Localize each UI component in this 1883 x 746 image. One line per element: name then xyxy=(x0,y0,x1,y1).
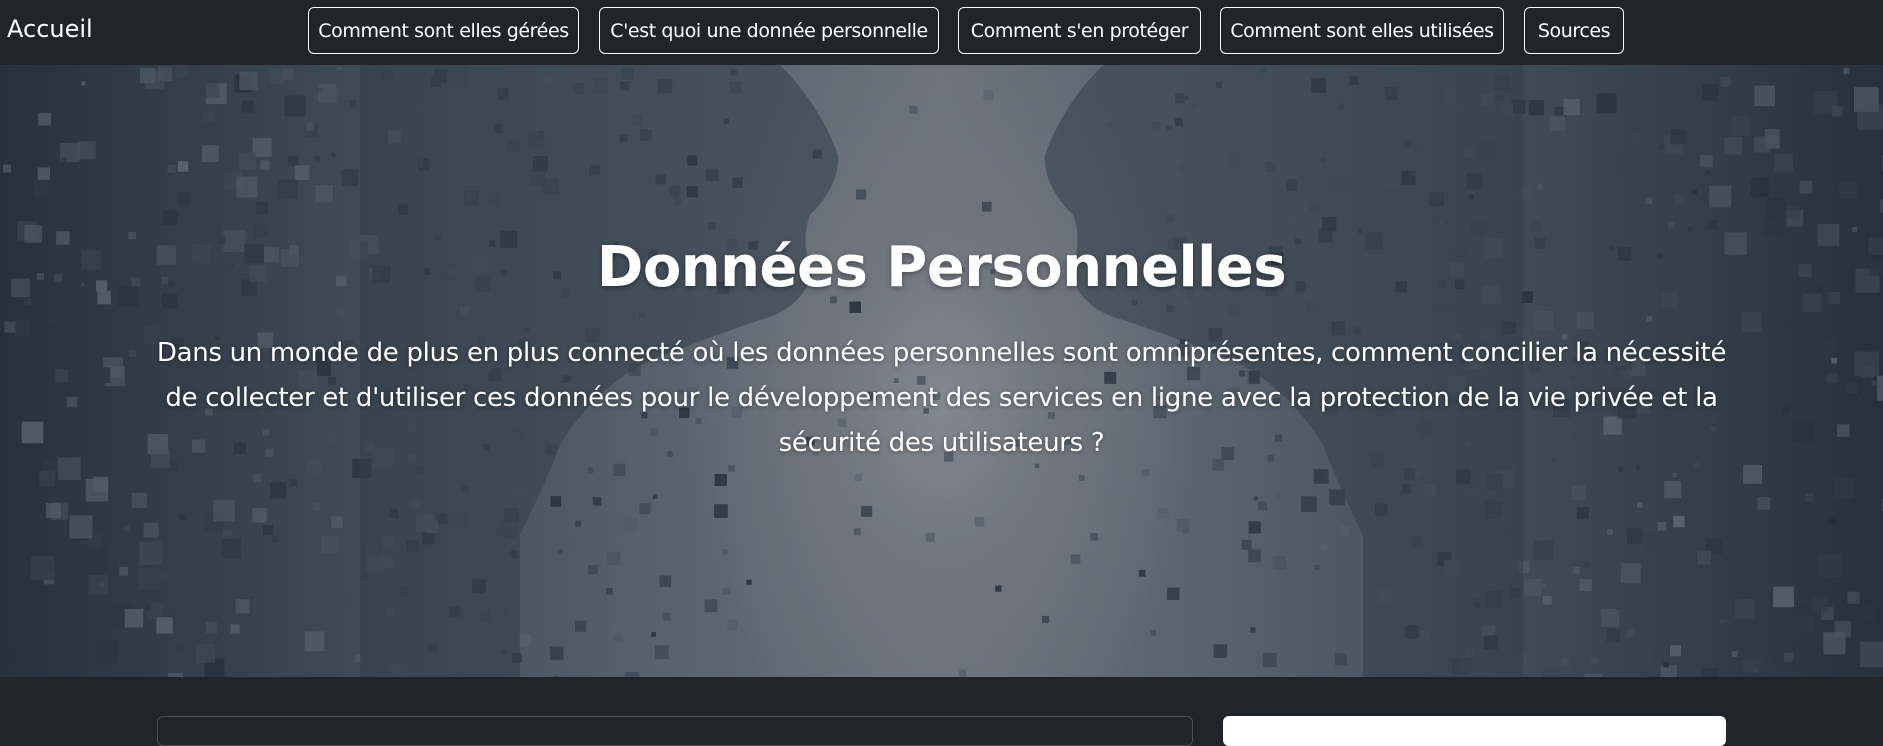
content-section xyxy=(0,677,1883,746)
hero-question-text: Dans un monde de plus en plus connecté o… xyxy=(156,338,1727,458)
nav-button-gestion[interactable]: Comment sont elles gérées xyxy=(308,7,579,54)
hero-banner: Données Personnelles Dans un monde de pl… xyxy=(0,65,1883,677)
nav-button-utilisation[interactable]: Comment sont elles utilisées xyxy=(1220,7,1504,54)
nav-button-protection[interactable]: Comment s'en protéger xyxy=(958,7,1201,54)
top-navbar: Accueil Comment sont elles gérées C'est … xyxy=(0,0,1883,65)
nav-button-definition[interactable]: C'est quoi une donnée personnelle xyxy=(599,7,939,54)
hero-title: Données Personnelles xyxy=(596,235,1287,300)
content-card xyxy=(157,716,1193,746)
home-link[interactable]: Accueil xyxy=(7,15,93,43)
nav-button-sources[interactable]: Sources xyxy=(1524,7,1624,54)
side-card xyxy=(1223,716,1726,746)
